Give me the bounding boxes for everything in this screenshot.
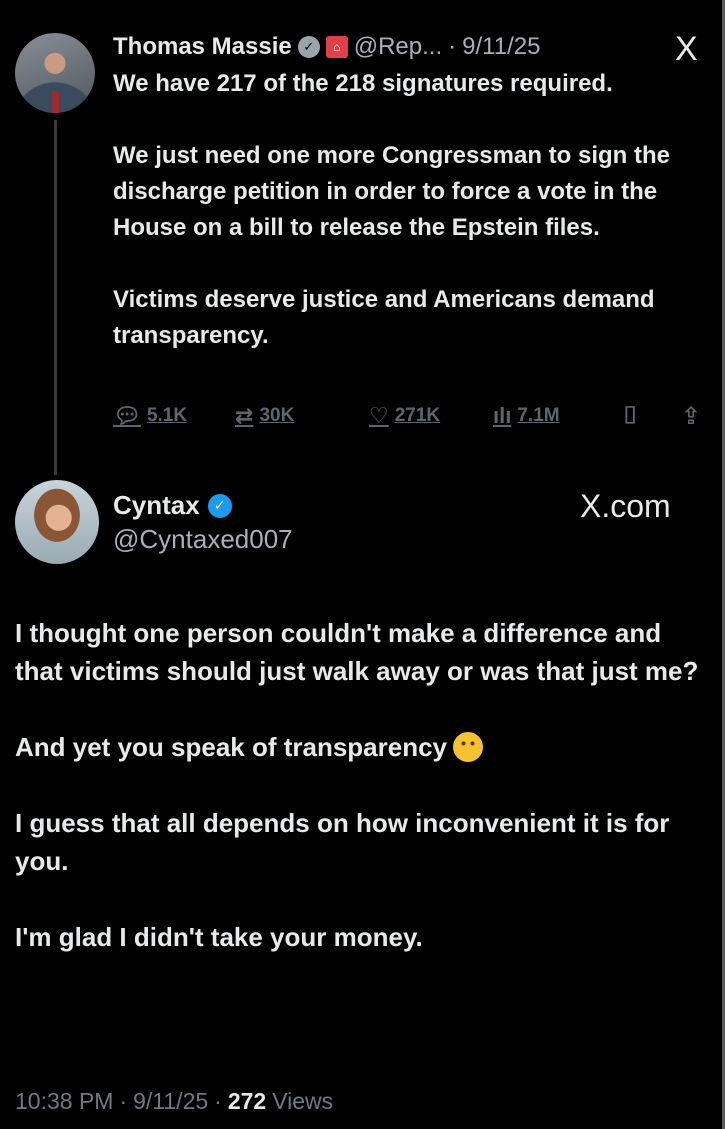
- reply-button[interactable]: 💬︎ 5.1K: [113, 403, 187, 429]
- views-label: Views: [272, 1088, 334, 1114]
- parent-tweet[interactable]: Thomas Massie ✓ ⌂ @Rep... · 9/11/25 X We…: [0, 0, 725, 475]
- thinking-face-icon: [453, 732, 484, 762]
- repost-icon: ⇄: [235, 403, 254, 428]
- views-count: 7.1M: [517, 405, 560, 426]
- grey-check-icon: ✓: [297, 36, 320, 58]
- author-handle[interactable]: @Rep...: [354, 33, 442, 61]
- reply-paragraph: And yet you speak of transparency: [15, 732, 448, 762]
- reply-author-row: Cyntax ✓: [113, 490, 232, 521]
- author-name[interactable]: Cyntax: [113, 490, 200, 521]
- reply-count: 5.1K: [146, 405, 188, 426]
- x-logo-icon: X: [675, 30, 698, 68]
- repost-count: 30K: [259, 405, 295, 426]
- heart-icon: ♡: [369, 403, 389, 428]
- reply-paragraph: I guess that all depends on how inconven…: [15, 808, 670, 876]
- views-button[interactable]: ılı 7.1M: [493, 403, 560, 429]
- tweet-actions-bar: 💬︎ 5.1K ⇄ 30K ♡ 271K ılı 7.1M ⌷ ⇪: [113, 398, 713, 434]
- tweet-screenshot: Thomas Massie ✓ ⌂ @Rep... · 9/11/25 X We…: [0, 0, 725, 1129]
- reply-paragraph: I'm glad I didn't take your money.: [15, 922, 423, 952]
- separator-dot: ·: [119, 1088, 128, 1114]
- tweet-header: Thomas Massie ✓ ⌂ @Rep... · 9/11/25: [113, 30, 540, 64]
- separator-dot: ·: [214, 1088, 222, 1114]
- reply-paragraph: I thought one person couldn't make a dif…: [15, 618, 699, 686]
- xcom-watermark: X.com: [580, 488, 671, 524]
- author-avatar[interactable]: [15, 33, 95, 113]
- tweet-paragraph: We just need one more Congressman to sig…: [113, 142, 670, 241]
- views-count: 272: [227, 1088, 267, 1114]
- separator-dot: ·: [448, 33, 457, 60]
- tweet-paragraph: Victims deserve justice and Americans de…: [113, 286, 655, 349]
- author-name[interactable]: Thomas Massie: [113, 33, 292, 61]
- analytics-icon: ılı: [493, 403, 512, 428]
- tweet-footer: 10:38 PM · 9/11/25 · 272 Views: [15, 1088, 333, 1115]
- capitol-icon: ⌂: [325, 36, 348, 58]
- reply-paragraph-with-emoji: And yet you speak of transparency: [15, 728, 705, 766]
- author-handle[interactable]: @Cyntaxed007: [113, 524, 293, 555]
- reply-body: I thought one person couldn't make a dif…: [15, 614, 705, 994]
- share-icon[interactable]: ⇪: [681, 402, 701, 431]
- tweet-time[interactable]: 10:38 PM: [15, 1088, 113, 1115]
- like-button[interactable]: ♡ 271K: [369, 403, 440, 429]
- bookmark-icon[interactable]: ⌷: [623, 402, 637, 430]
- reply-icon: 💬︎: [113, 403, 141, 428]
- author-avatar[interactable]: [15, 480, 99, 564]
- tweet-paragraph: We have 217 of the 218 signatures requir…: [113, 70, 613, 97]
- tweet-date[interactable]: 9/11/25: [462, 33, 540, 61]
- blue-check-icon: ✓: [207, 493, 232, 518]
- like-count: 271K: [394, 405, 441, 426]
- thread-connector-line: [54, 120, 57, 475]
- tweet-date[interactable]: 9/11/25: [133, 1088, 208, 1115]
- repost-button[interactable]: ⇄ 30K: [235, 403, 294, 429]
- tweet-body: We have 217 of the 218 signatures requir…: [113, 66, 713, 354]
